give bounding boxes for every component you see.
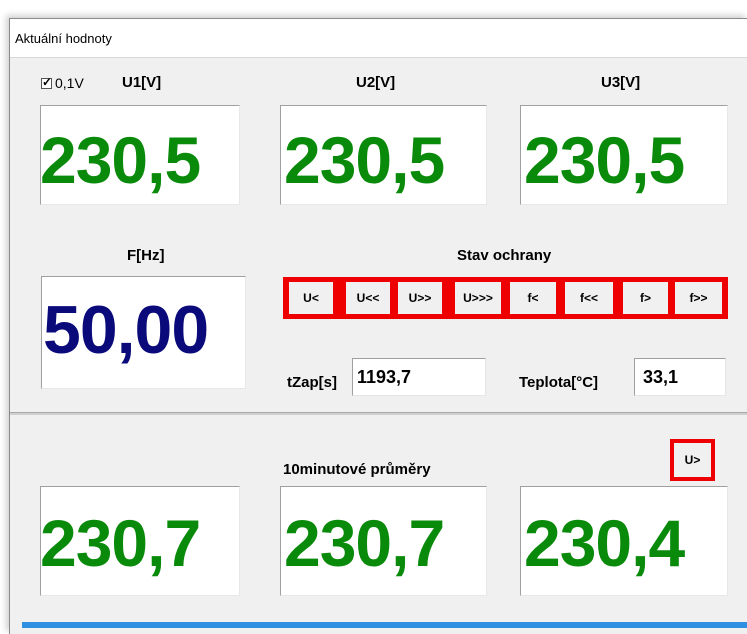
temperature-field: 33,1 [634,358,726,396]
average-status-group: U> [670,439,715,481]
accent-bar [22,622,747,628]
protection-title: Stav ochrany [457,247,552,264]
overfrequency-1-button[interactable]: f> [623,282,668,314]
overvoltage-3-button[interactable]: U>>> [455,282,501,314]
avg-u3-display: 230,4 [520,486,728,596]
tzap-label: tZap[s] [287,374,337,391]
u2-label: U2[V] [356,74,396,91]
precision-checkbox[interactable]: ✓ [41,75,53,89]
avg-u2-display: 230,7 [280,486,487,596]
u3-display: 230,5 [520,105,728,205]
main-window: Aktuální hodnoty ✓ 0,1V U1[V] U2[V] U3[V… [9,18,747,634]
overfrequency-2-button[interactable]: f>> [675,282,722,314]
checkbox-label: 0,1V [55,75,84,91]
frequency-display: 50,00 [41,276,246,389]
check-mark-icon: ✓ [42,75,53,89]
undervoltage-2-button[interactable]: U<< [346,282,390,314]
temperature-label: Teplota[°C] [519,374,599,391]
u1-label: U1[V] [122,74,162,91]
tzap-field: 1193,7 [352,358,486,396]
avg-u2-value: 230,7 [284,506,445,580]
underfrequency-2-button[interactable]: f<< [565,282,613,314]
u2-value: 230,5 [284,123,445,197]
undervoltage-1-button[interactable]: U< [289,282,333,314]
section-divider [10,412,747,415]
protection-status-group: U< U<< U>> U>>> f< f<< f> f>> [283,277,728,319]
underfrequency-1-button[interactable]: f< [510,282,556,314]
title-bar: Aktuální hodnoty [10,19,747,58]
avg-u1-display: 230,7 [40,486,240,596]
u3-value: 230,5 [524,123,685,197]
u3-label: U3[V] [601,74,641,91]
u1-value: 230,5 [40,123,201,197]
u2-display: 230,5 [280,105,487,205]
avg-u1-value: 230,7 [40,506,201,580]
u1-display: 230,5 [40,105,240,205]
overvoltage-2-button[interactable]: U>> [398,282,442,314]
average-overvoltage-button[interactable]: U> [674,443,711,477]
window-title: Aktuální hodnoty [15,31,112,46]
averages-title: 10minutové průměry [283,461,431,478]
avg-u3-value: 230,4 [524,506,685,580]
frequency-value: 50,00 [43,292,209,368]
frequency-label: F[Hz] [127,247,165,264]
